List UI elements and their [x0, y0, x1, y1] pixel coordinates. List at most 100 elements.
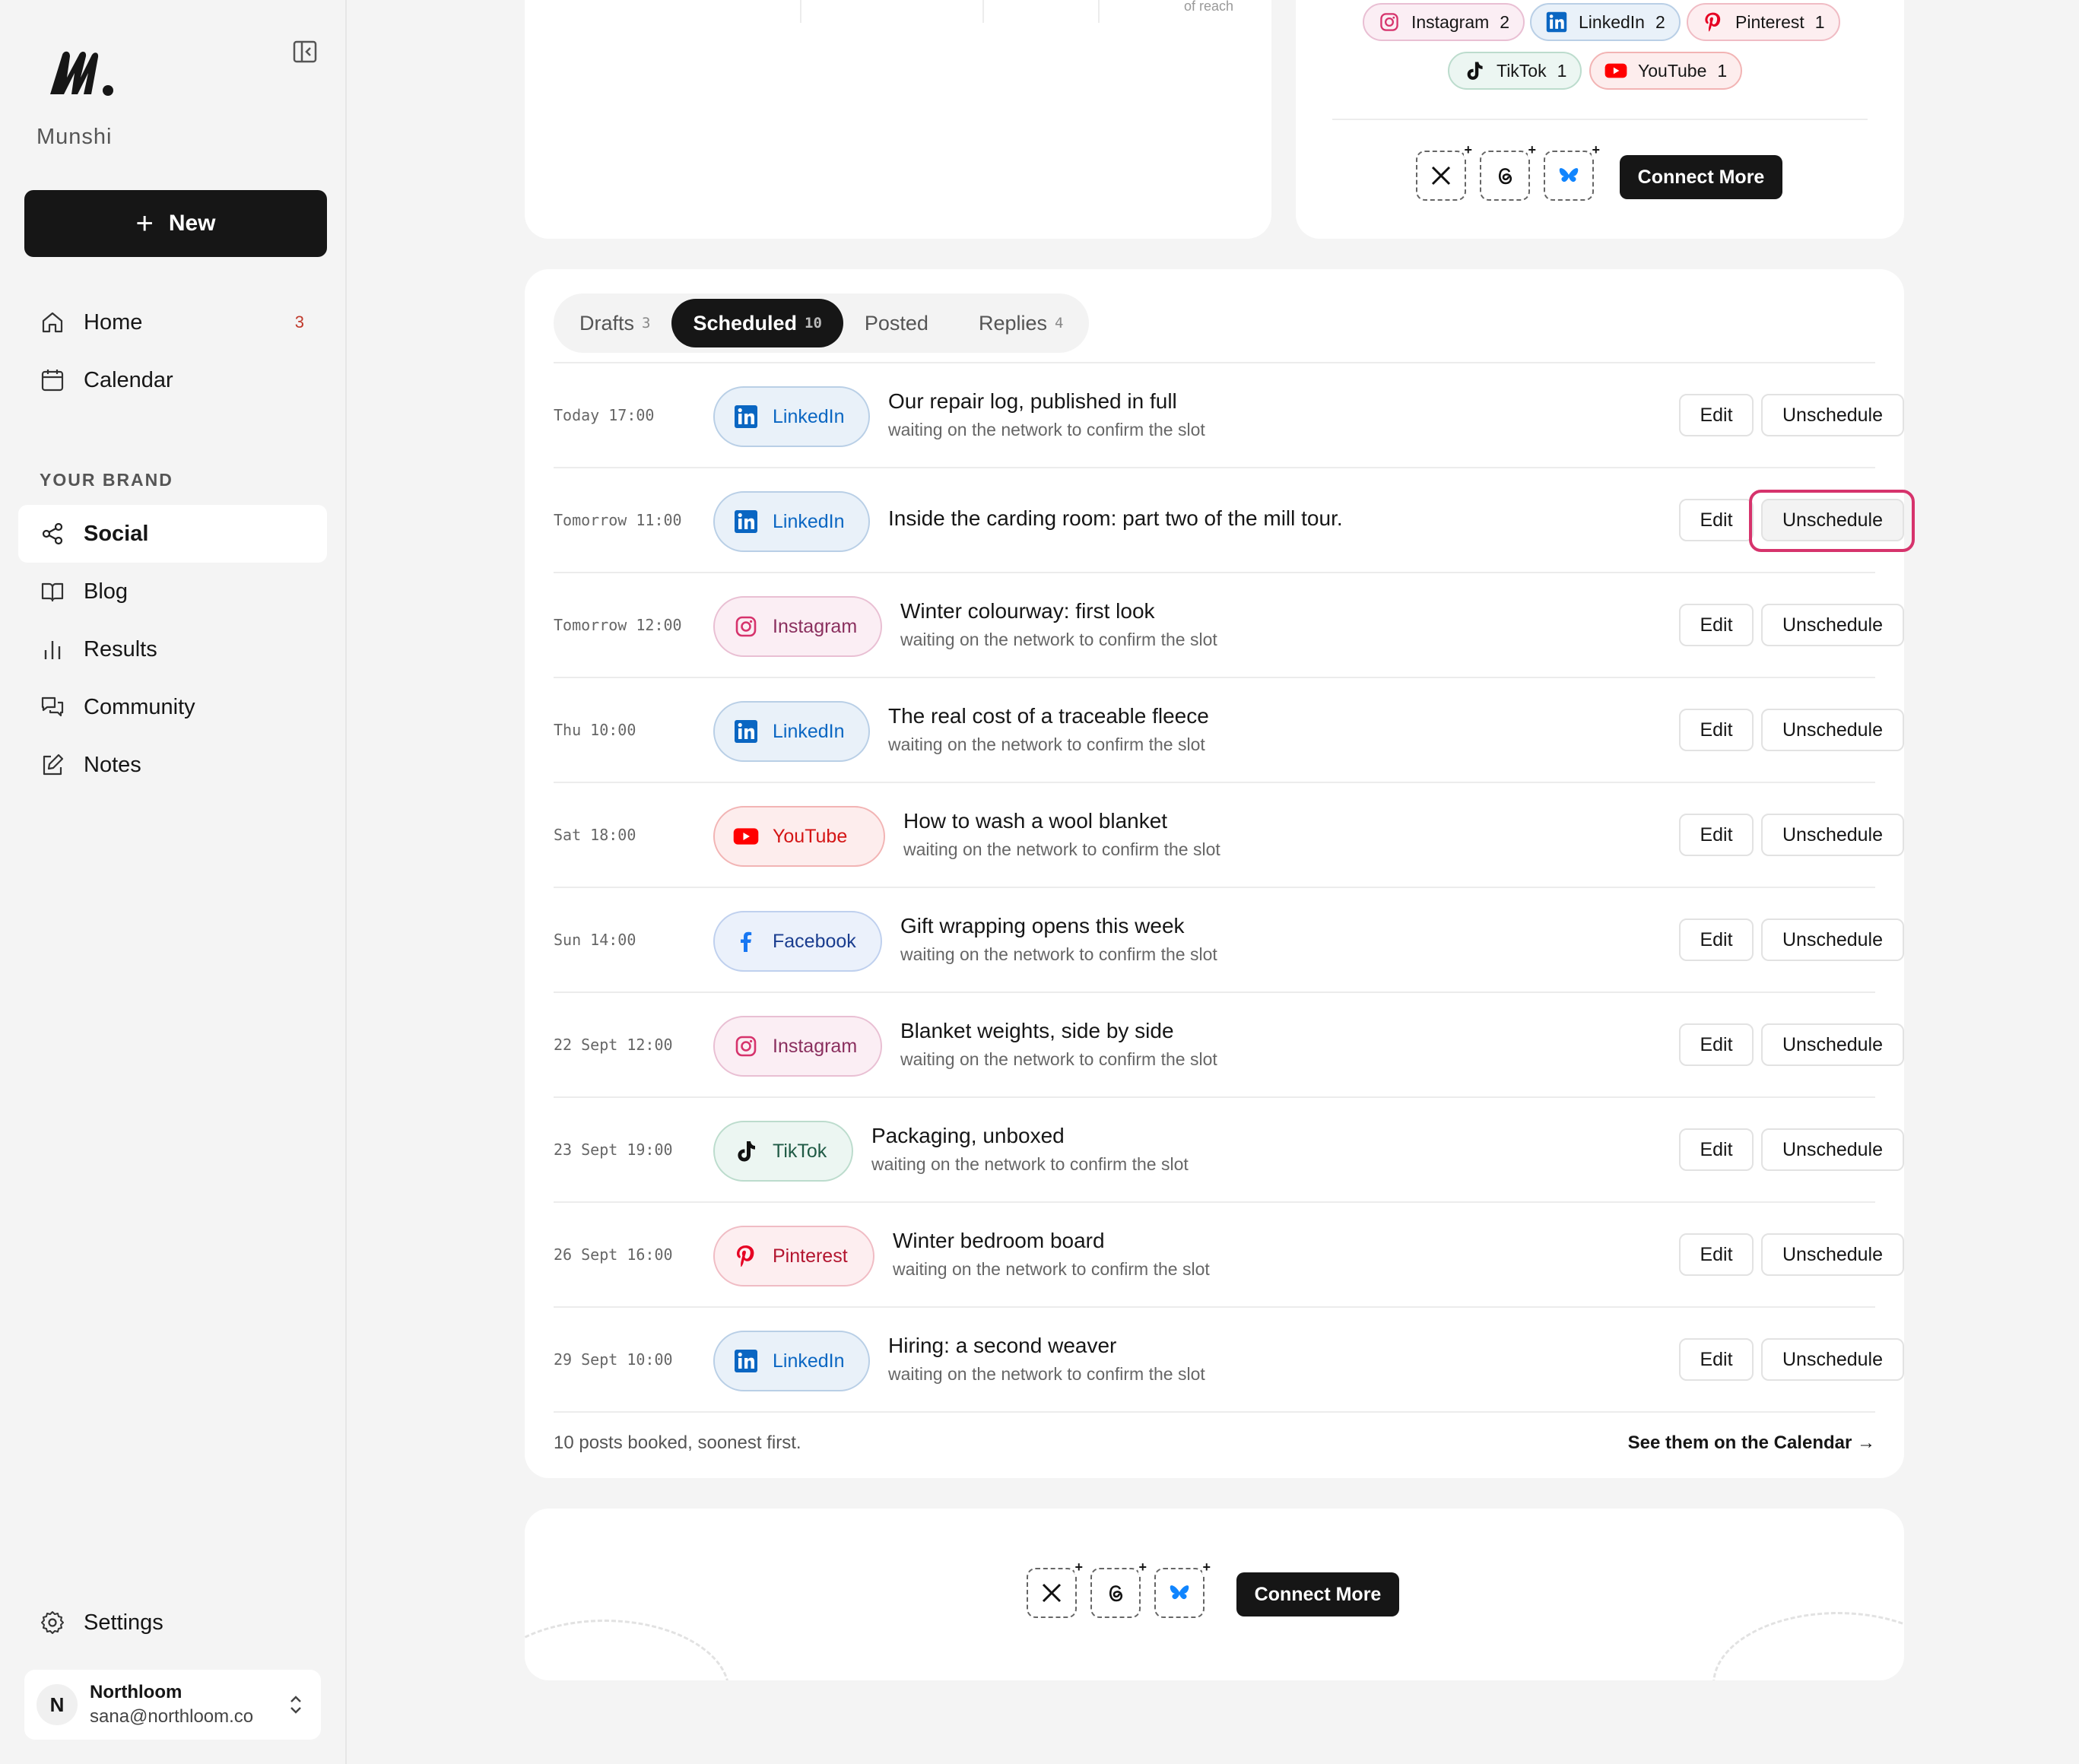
- connect-bluesky-button[interactable]: +: [1154, 1560, 1211, 1618]
- edit-button[interactable]: Edit: [1679, 604, 1754, 646]
- edit-button[interactable]: Edit: [1679, 814, 1754, 856]
- unschedule-button[interactable]: Unschedule: [1761, 1338, 1904, 1381]
- edit-button[interactable]: Edit: [1679, 1233, 1754, 1276]
- network-pill-linkedin[interactable]: LinkedIn: [713, 386, 870, 447]
- sidebar-item-settings[interactable]: Settings: [18, 1594, 327, 1651]
- new-post-button[interactable]: + New: [24, 190, 327, 257]
- chart-gridline: [800, 0, 801, 23]
- tab-drafts[interactable]: Drafts 3: [558, 299, 671, 347]
- bar-chart-icon: [44, 641, 61, 659]
- edit-button[interactable]: Edit: [1679, 394, 1754, 436]
- post-text: The real cost of a traceable fleece waiti…: [888, 704, 1209, 755]
- network-pill-linkedin[interactable]: LinkedIn: [713, 491, 870, 552]
- divider: [1332, 119, 1868, 120]
- connect-bluesky-button[interactable]: +: [1544, 143, 1600, 201]
- tiktok-icon: [1467, 62, 1483, 80]
- post-title[interactable]: Gift wrapping opens this week: [900, 914, 1217, 938]
- post-title[interactable]: How to wash a wool blanket: [903, 809, 1220, 833]
- decorative-arc: [525, 1620, 730, 1680]
- edit-button[interactable]: Edit: [1679, 709, 1754, 751]
- tab-replies[interactable]: Replies 4: [957, 299, 1085, 347]
- collapse-sidebar-icon[interactable]: [292, 40, 319, 64]
- network-pill-tiktok[interactable]: TikTok: [713, 1121, 853, 1182]
- unschedule-button[interactable]: Unschedule: [1761, 918, 1904, 961]
- unschedule-button[interactable]: Unschedule: [1761, 604, 1904, 646]
- chevron-up-down-icon: [290, 1696, 301, 1714]
- account-chip-instagram[interactable]: Instagram 2: [1363, 3, 1525, 41]
- sidebar-item-results[interactable]: Results: [18, 620, 327, 678]
- account-chip-linkedin[interactable]: LinkedIn 2: [1530, 3, 1681, 41]
- connect-more-button[interactable]: Connect More: [1620, 155, 1782, 199]
- post-title[interactable]: Hiring: a second weaver: [888, 1334, 1205, 1358]
- post-title[interactable]: Our repair log, published in full: [888, 389, 1205, 414]
- edit-button[interactable]: Edit: [1679, 918, 1754, 961]
- post-status: waiting on the network to confirm the sl…: [900, 630, 1217, 649]
- munshi-logo[interactable]: [47, 47, 116, 100]
- scheduled-post-row: Thu 10:00 LinkedIn The real cost of a trac…: [554, 677, 1904, 782]
- sidebar-item-calendar[interactable]: Calendar: [18, 351, 327, 409]
- network-label: YouTube: [773, 825, 848, 847]
- sidebar-item-notes[interactable]: Notes: [18, 736, 327, 794]
- post-title[interactable]: Winter colourway: first look: [900, 599, 1217, 623]
- unschedule-button[interactable]: Unschedule: [1761, 814, 1904, 856]
- account-chip-pinterest[interactable]: Pinterest 1: [1687, 3, 1840, 41]
- edit-button[interactable]: Edit: [1679, 1023, 1754, 1066]
- connect-threads-button[interactable]: +: [1480, 143, 1536, 201]
- network-pill-instagram[interactable]: Instagram: [713, 1016, 882, 1077]
- network-pill-facebook[interactable]: Facebook: [713, 911, 882, 972]
- post-title[interactable]: Inside the carding room: part two of the…: [888, 506, 1343, 531]
- edit-button[interactable]: Edit: [1679, 499, 1754, 541]
- tab-scheduled[interactable]: Scheduled 10: [671, 299, 843, 347]
- unschedule-button[interactable]: Unschedule: [1761, 1128, 1904, 1171]
- connect-threads-button[interactable]: +: [1090, 1560, 1147, 1618]
- chip-count: 1: [1717, 60, 1728, 81]
- account-name: Northloom: [90, 1682, 183, 1702]
- post-title[interactable]: Winter bedroom board: [893, 1229, 1210, 1253]
- network-pill-linkedin[interactable]: LinkedIn: [713, 701, 870, 762]
- linkedin-icon: [1546, 11, 1567, 33]
- plus-icon: +: [1592, 142, 1600, 157]
- plus-icon: +: [1138, 1559, 1147, 1575]
- section-label-your-brand: YOUR BRAND: [40, 470, 173, 490]
- network-pill-linkedin[interactable]: LinkedIn: [713, 1331, 870, 1391]
- unschedule-button[interactable]: Unschedule: [1761, 1023, 1904, 1066]
- calendar-link[interactable]: See them on the Calendar →: [1628, 1432, 1875, 1454]
- youtube-icon: [733, 828, 759, 845]
- tab-count: 4: [1055, 315, 1064, 332]
- x-logo-icon: [1431, 166, 1451, 186]
- account-chip-youtube[interactable]: YouTube 1: [1589, 52, 1743, 90]
- unschedule-button[interactable]: Unschedule: [1761, 709, 1904, 751]
- sidebar-item-home[interactable]: Home 3: [18, 293, 327, 351]
- tab-posted[interactable]: Posted: [843, 299, 957, 347]
- sidebar-item-community[interactable]: Community: [18, 678, 327, 736]
- network-label: LinkedIn: [773, 405, 845, 427]
- edit-button[interactable]: Edit: [1679, 1128, 1754, 1171]
- connect-x-button[interactable]: +: [1027, 1560, 1083, 1618]
- post-title[interactable]: The real cost of a traceable fleece: [888, 704, 1209, 728]
- network-pill-instagram[interactable]: Instagram: [713, 596, 882, 657]
- network-pill-pinterest[interactable]: Pinterest: [713, 1226, 874, 1287]
- unschedule-button[interactable]: Unschedule: [1761, 1233, 1904, 1276]
- edit-button[interactable]: Edit: [1679, 1338, 1754, 1381]
- workspace-name: Munshi: [37, 125, 113, 149]
- plus-icon: +: [1464, 142, 1472, 157]
- post-title[interactable]: Blanket weights, side by side: [900, 1019, 1217, 1043]
- connect-x-button[interactable]: +: [1416, 143, 1472, 201]
- share-icon: [42, 522, 63, 545]
- posts-summary: 10 posts booked, soonest first.: [554, 1432, 801, 1453]
- unschedule-button[interactable]: Unschedule: [1761, 499, 1904, 541]
- sidebar-item-label: Results: [84, 636, 157, 662]
- sidebar-item-social[interactable]: Social: [18, 505, 327, 563]
- account-chip-tiktok[interactable]: TikTok 1: [1448, 52, 1582, 90]
- post-time: 22 Sept 12:00: [554, 1036, 673, 1054]
- unschedule-button[interactable]: Unschedule: [1761, 394, 1904, 436]
- sidebar-item-blog[interactable]: Blog: [18, 563, 327, 620]
- connect-more-button[interactable]: Connect More: [1236, 1572, 1399, 1616]
- post-text: How to wash a wool blanket waiting on the…: [903, 809, 1220, 860]
- network-label: TikTok: [773, 1140, 827, 1162]
- post-title[interactable]: Packaging, unboxed: [871, 1124, 1189, 1148]
- book-icon: [41, 582, 64, 602]
- network-pill-youtube[interactable]: YouTube: [713, 806, 885, 867]
- chat-bubbles-icon: [41, 696, 64, 717]
- account-switcher[interactable]: N Northloom sana@northloom.co: [24, 1670, 321, 1740]
